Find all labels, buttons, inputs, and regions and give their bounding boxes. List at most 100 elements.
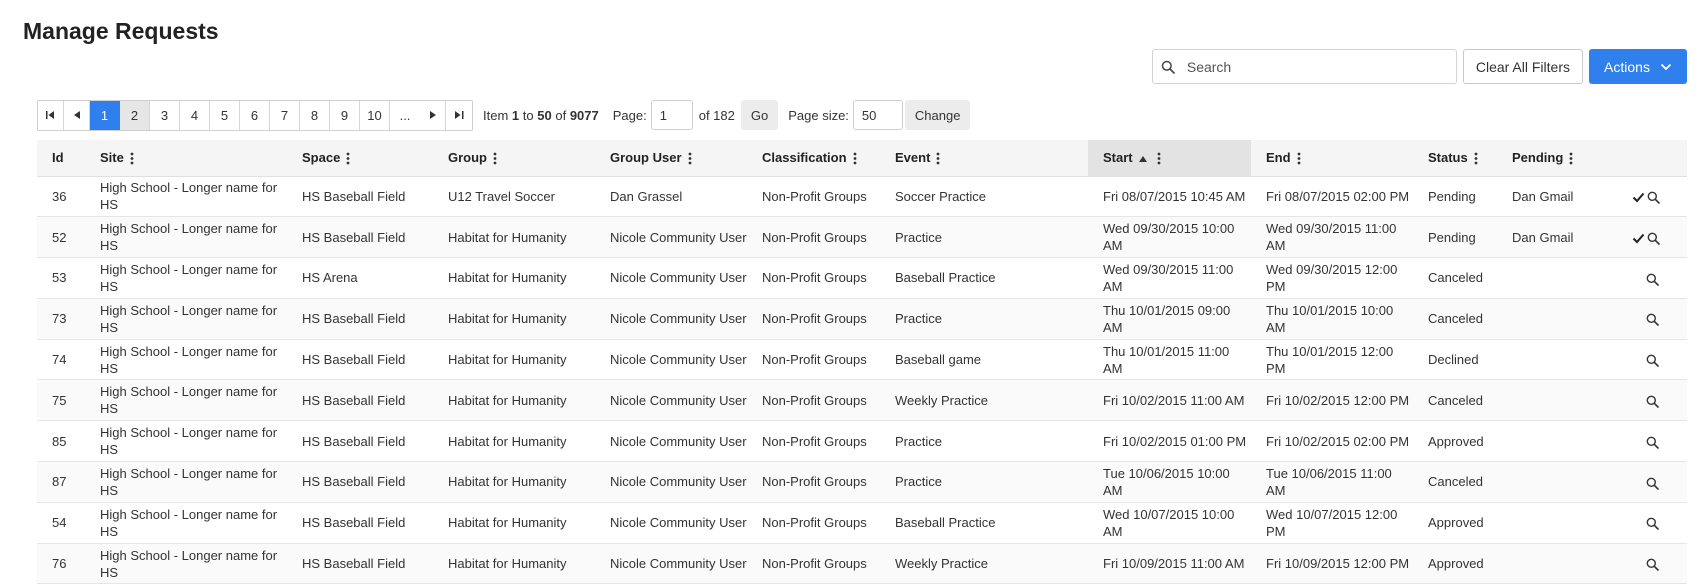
- page-button[interactable]: 3: [150, 100, 180, 130]
- column-menu-icon[interactable]: [853, 152, 857, 165]
- cell-end: Wed 09/30/2015 12:00 PM: [1251, 257, 1413, 299]
- view-details-search-icon[interactable]: [1646, 477, 1659, 490]
- row-actions: [1615, 420, 1687, 463]
- column-header-group[interactable]: Group: [433, 140, 595, 177]
- page-ellipsis-button[interactable]: ...: [390, 100, 420, 130]
- view-details-search-icon[interactable]: [1647, 191, 1660, 204]
- column-menu-icon[interactable]: [130, 152, 134, 165]
- prev-page-button[interactable]: [64, 100, 90, 130]
- go-button[interactable]: Go: [740, 100, 779, 130]
- search-input[interactable]: [1184, 57, 1425, 76]
- page-button[interactable]: 4: [180, 100, 210, 130]
- table-row[interactable]: 73 High School - Longer name for HS HS Bas…: [37, 298, 1687, 340]
- column-header-label: Group User: [610, 150, 682, 166]
- cell-pending: [1497, 298, 1615, 340]
- cell-group-link[interactable]: Habitat for Humanity: [433, 298, 595, 340]
- table-row[interactable]: 87 High School - Longer name for HS HS Bas…: [37, 461, 1687, 503]
- cell-event: Soccer Practice: [880, 176, 1088, 218]
- column-header-id[interactable]: Id: [37, 140, 85, 177]
- column-header-event[interactable]: Event: [880, 140, 1088, 177]
- approve-check-icon[interactable]: [1632, 192, 1645, 203]
- view-details-search-icon[interactable]: [1646, 354, 1659, 367]
- page-button[interactable]: 2: [120, 100, 150, 130]
- page-button[interactable]: 8: [300, 100, 330, 130]
- cell-start: Fri 10/09/2015 11:00 AM: [1088, 543, 1251, 584]
- table-row[interactable]: 52 High School - Longer name for HS HS Bas…: [37, 216, 1687, 259]
- cell-group-link[interactable]: Habitat for Humanity: [433, 502, 595, 544]
- approve-check-icon[interactable]: [1632, 233, 1645, 244]
- column-header-label: Start: [1103, 150, 1133, 166]
- page-number-input[interactable]: [650, 100, 693, 130]
- column-header-group-user[interactable]: Group User: [595, 140, 747, 177]
- cell-group-link[interactable]: Habitat for Humanity: [433, 379, 595, 422]
- page-count: of 182: [698, 107, 735, 123]
- row-actions: [1615, 379, 1687, 422]
- page-button[interactable]: 9: [330, 100, 360, 130]
- actions-button[interactable]: Actions: [1589, 49, 1687, 84]
- page-button[interactable]: 6: [240, 100, 270, 130]
- last-page-button[interactable]: [446, 100, 472, 130]
- table-row[interactable]: 75 High School - Longer name for HS HS Bas…: [37, 379, 1687, 422]
- table-row[interactable]: 36 High School - Longer name for HS HS Bas…: [37, 176, 1687, 218]
- table-row[interactable]: 85 High School - Longer name for HS HS Bas…: [37, 420, 1687, 463]
- column-menu-icon[interactable]: [1569, 152, 1573, 165]
- last-page-icon: [454, 111, 463, 119]
- column-header-site[interactable]: Site: [85, 140, 287, 177]
- cell-id: 73: [37, 298, 85, 340]
- cell-group-link[interactable]: Habitat for Humanity: [433, 339, 595, 381]
- table-row[interactable]: 54 High School - Longer name for HS HS Bas…: [37, 502, 1687, 544]
- table-row[interactable]: 74 High School - Longer name for HS HS Bas…: [37, 339, 1687, 381]
- cell-site: High School - Longer name for HS: [85, 298, 287, 340]
- cell-pending: [1497, 461, 1615, 503]
- view-details-search-icon[interactable]: [1646, 273, 1659, 286]
- view-details-search-icon[interactable]: [1647, 232, 1660, 245]
- column-menu-icon[interactable]: [688, 152, 692, 165]
- column-menu-icon[interactable]: [1157, 152, 1161, 165]
- page-button[interactable]: 10: [360, 100, 390, 130]
- cell-start: Wed 09/30/2015 10:00 AM: [1088, 216, 1251, 259]
- first-page-button[interactable]: [38, 100, 64, 130]
- clear-filters-button[interactable]: Clear All Filters: [1462, 49, 1583, 84]
- column-menu-icon[interactable]: [1474, 152, 1478, 165]
- cell-status: Pending: [1413, 176, 1497, 218]
- page-button[interactable]: 1: [90, 100, 120, 130]
- view-details-search-icon[interactable]: [1646, 313, 1659, 327]
- cell-classification: Non-Profit Groups: [747, 420, 880, 463]
- cell-group-link[interactable]: Habitat for Humanity: [433, 216, 595, 259]
- column-menu-icon[interactable]: [493, 152, 497, 165]
- table-row[interactable]: 76 High School - Longer name for HS HS Bas…: [37, 543, 1687, 584]
- column-menu-icon[interactable]: [1297, 152, 1301, 165]
- page-button[interactable]: 5: [210, 100, 240, 130]
- cell-group-link[interactable]: Habitat for Humanity: [433, 420, 595, 463]
- page-button[interactable]: 7: [270, 100, 300, 130]
- page-size-input[interactable]: [852, 100, 903, 130]
- cell-id: 52: [37, 216, 85, 259]
- table-row[interactable]: 53 High School - Longer name for HS HS Are…: [37, 257, 1687, 299]
- search-box[interactable]: [1151, 49, 1457, 84]
- column-header-status[interactable]: Status: [1413, 140, 1497, 177]
- cell-site: High School - Longer name for HS: [85, 176, 287, 218]
- column-header-end[interactable]: End: [1251, 140, 1413, 177]
- cell-group-link[interactable]: Habitat for Humanity: [433, 543, 595, 584]
- page-size-label: Page size:: [788, 107, 849, 123]
- view-details-search-icon[interactable]: [1646, 395, 1659, 408]
- cell-group-link[interactable]: U12 Travel Soccer: [433, 176, 595, 218]
- column-menu-icon[interactable]: [936, 152, 940, 165]
- column-header-space[interactable]: Space: [287, 140, 433, 177]
- column-menu-icon[interactable]: [346, 152, 350, 165]
- cell-space: HS Baseball Field: [287, 298, 433, 340]
- column-header-classification[interactable]: Classification: [747, 140, 880, 177]
- chevron-down-icon: [1660, 63, 1672, 70]
- cell-group-link[interactable]: Habitat for Humanity: [433, 461, 595, 503]
- view-details-search-icon[interactable]: [1646, 517, 1659, 531]
- cell-group-link[interactable]: Habitat for Humanity: [433, 257, 595, 299]
- view-details-search-icon[interactable]: [1646, 558, 1659, 571]
- column-header-pending[interactable]: Pending: [1497, 140, 1615, 177]
- next-page-button[interactable]: [420, 100, 446, 130]
- cell-id: 36: [37, 176, 85, 218]
- view-details-search-icon[interactable]: [1646, 436, 1659, 449]
- column-header-start[interactable]: Start: [1088, 140, 1251, 177]
- cell-space: HS Baseball Field: [287, 543, 433, 584]
- change-button[interactable]: Change: [904, 100, 971, 130]
- cell-status: Declined: [1413, 339, 1497, 381]
